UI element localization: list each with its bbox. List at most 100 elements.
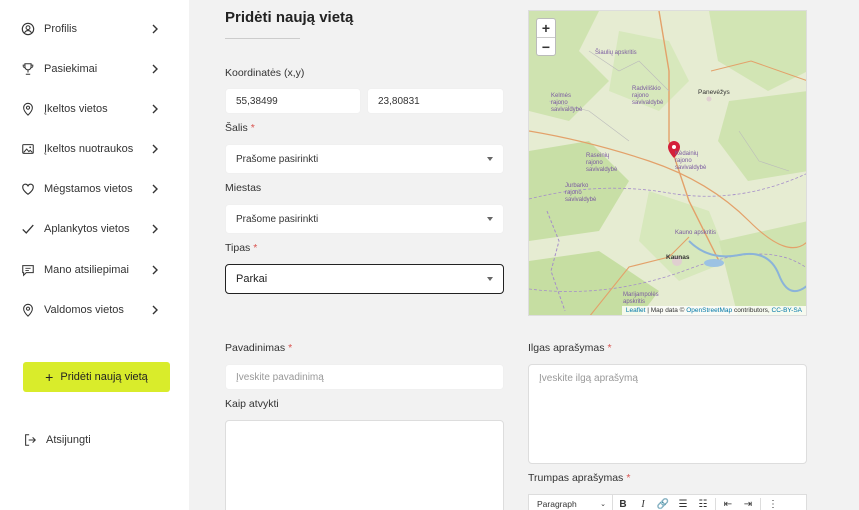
type-select[interactable]: Parkai — [225, 264, 504, 294]
country-label: Šalis * — [225, 122, 255, 134]
attribution-text: | Map data © — [645, 307, 687, 314]
numbered-list-icon[interactable]: ☷ — [693, 495, 713, 510]
logout-icon — [22, 432, 38, 448]
more-options-icon[interactable]: ⋮ — [763, 495, 783, 510]
bulleted-list-icon[interactable]: ☰ — [673, 495, 693, 510]
rich-text-toolbar: Paragraph ⌄ B I 🔗 ☰ ☷ ⇤ ⇥ ⋮ — [528, 494, 807, 510]
city-select-value: Prašome pasirinkti — [236, 213, 319, 225]
toolbar-separator — [760, 498, 761, 510]
short-description-label: Trumpas aprašymas * — [528, 472, 630, 484]
location-map[interactable]: Šiaulių apskritis Kelmės rajono savivald… — [528, 10, 807, 316]
map-attribution: Leaflet | Map data © OpenStreetMap contr… — [621, 306, 806, 315]
sidebar-item-label: Pasiekimai — [44, 63, 98, 75]
sidebar-item-reviews[interactable]: Mano atsiliepimai — [20, 259, 160, 281]
indent-icon[interactable]: ⇥ — [738, 495, 758, 510]
comment-icon — [20, 262, 36, 278]
type-select-value: Parkai — [236, 273, 268, 285]
name-input[interactable] — [225, 364, 504, 390]
sidebar-item-label: Mėgstamos vietos — [44, 183, 133, 195]
sidebar-item-managed-places[interactable]: Valdomos vietos — [20, 299, 160, 321]
short-description-label-text: Trumpas aprašymas — [528, 472, 624, 484]
map-label-region: Kėdainių rajono savivaldybė — [675, 151, 707, 171]
caret-down-icon — [487, 217, 493, 221]
leaflet-link[interactable]: Leaflet — [626, 307, 646, 314]
logout-button[interactable]: Atsijungti — [22, 432, 91, 448]
chevron-right-icon — [150, 104, 160, 114]
caret-down-icon — [487, 157, 493, 161]
sidebar-item-uploaded-photos[interactable]: Įkeltos nuotraukos — [20, 138, 160, 160]
country-select[interactable]: Prašome pasirinkti — [225, 144, 504, 174]
map-city-label: Kaunas — [666, 254, 690, 261]
chevron-right-icon — [150, 224, 160, 234]
type-label: Tipas * — [225, 242, 257, 254]
country-select-value: Prašome pasirinkti — [236, 153, 319, 165]
italic-button[interactable]: I — [633, 495, 653, 510]
sidebar-item-label: Profilis — [44, 23, 78, 35]
map-zoom-control: + − — [536, 18, 556, 56]
map-label-region: Jurbarko rajono savivaldybė — [565, 183, 597, 203]
coordinate-x-input[interactable] — [225, 88, 361, 114]
map-label-region: Radviliškio rajono savivaldybė — [632, 86, 664, 106]
country-label-text: Šalis — [225, 122, 248, 134]
license-link[interactable]: CC-BY-SA — [772, 307, 802, 314]
map-pin-icon — [20, 302, 36, 318]
main-content: Pridėti naują vietą Koordinatės (x,y) Ša… — [189, 0, 859, 510]
map-label-region: Šiaulių apskritis — [595, 50, 637, 56]
directions-label: Kaip atvykti — [225, 398, 279, 410]
map-zoom-out-button[interactable]: − — [537, 37, 555, 55]
map-label-region: Raseinių rajono savivaldybė — [586, 153, 618, 173]
add-new-place-label: Pridėti naują vietą — [60, 371, 148, 383]
check-icon — [20, 221, 36, 237]
map-city-label: Panevėžys — [698, 89, 730, 96]
map-label-region: Marijampolės apskritis — [623, 292, 659, 305]
toolbar-separator — [715, 498, 716, 510]
caret-down-icon — [487, 277, 493, 281]
sidebar-item-visited[interactable]: Aplankytos vietos — [20, 218, 160, 240]
trophy-icon — [20, 61, 36, 77]
chevron-right-icon — [150, 184, 160, 194]
type-label-text: Tipas — [225, 242, 251, 254]
directions-textarea[interactable] — [225, 420, 504, 510]
bold-button[interactable]: B — [613, 495, 633, 510]
sidebar-item-profile[interactable]: Profilis — [20, 18, 160, 40]
coordinate-y-input[interactable] — [367, 88, 504, 114]
sidebar-item-achievements[interactable]: Pasiekimai — [20, 58, 160, 80]
outdent-icon[interactable]: ⇤ — [718, 495, 738, 510]
sidebar-item-uploaded-places[interactable]: Įkeltos vietos — [20, 98, 160, 120]
coordinates-label: Koordinatės (x,y) — [225, 67, 305, 79]
title-divider — [225, 38, 300, 39]
long-description-label-text: Ilgas aprašymas — [528, 342, 605, 354]
osm-link[interactable]: OpenStreetMap — [686, 307, 732, 314]
paragraph-style-value: Paragraph — [537, 499, 577, 509]
city-select[interactable]: Prašome pasirinkti — [225, 204, 504, 234]
required-mark: * — [288, 342, 293, 354]
chevron-right-icon — [150, 305, 160, 315]
sidebar-item-label: Valdomos vietos — [44, 304, 124, 316]
map-pin-icon — [20, 101, 36, 117]
image-icon — [20, 141, 36, 157]
chevron-right-icon — [150, 64, 160, 74]
chevron-right-icon — [150, 24, 160, 34]
add-new-place-button[interactable]: + Pridėti naują vietą — [23, 362, 170, 392]
name-label: Pavadinimas * — [225, 342, 292, 354]
sidebar-item-label: Įkeltos vietos — [44, 103, 108, 115]
long-description-textarea[interactable] — [528, 364, 807, 464]
map-tiles — [529, 11, 806, 315]
sidebar-item-label: Mano atsiliepimai — [44, 264, 129, 276]
required-mark: * — [253, 242, 258, 254]
map-label-region: Kauno apskritis — [675, 230, 717, 236]
page-title: Pridėti naują vietą — [225, 9, 354, 26]
map-zoom-in-button[interactable]: + — [537, 19, 555, 37]
chevron-right-icon — [150, 265, 160, 275]
link-icon[interactable]: 🔗 — [653, 495, 673, 510]
chevron-right-icon — [150, 144, 160, 154]
name-label-text: Pavadinimas — [225, 342, 286, 354]
sidebar-item-favorites[interactable]: Mėgstamos vietos — [20, 178, 160, 200]
plus-icon: + — [45, 369, 54, 385]
paragraph-style-select[interactable]: Paragraph ⌄ — [529, 495, 613, 510]
attribution-contrib: contributors, — [732, 307, 772, 314]
required-mark: * — [626, 472, 631, 484]
long-description-label: Ilgas aprašymas * — [528, 342, 612, 354]
city-label: Miestas — [225, 182, 262, 194]
sidebar-item-label: Įkeltos nuotraukos — [44, 143, 134, 155]
